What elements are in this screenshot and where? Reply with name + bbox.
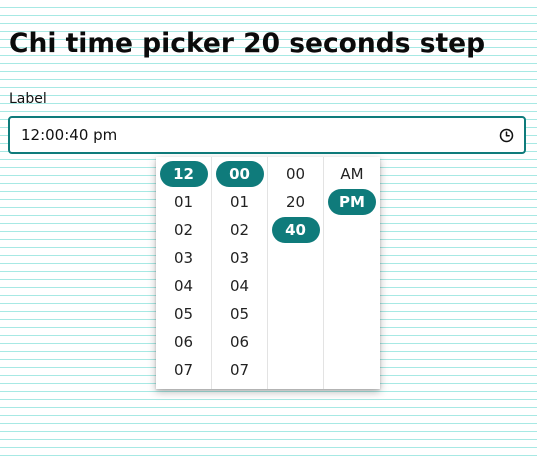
clock-icon[interactable] — [498, 127, 514, 143]
minute-option[interactable]: 04 — [216, 273, 264, 299]
minute-option[interactable]: 06 — [216, 329, 264, 355]
time-field-label: Label — [9, 91, 47, 107]
minute-option[interactable]: 01 — [216, 189, 264, 215]
period-option[interactable]: PM — [328, 189, 376, 215]
hour-option[interactable]: 01 — [160, 189, 208, 215]
second-option[interactable]: 40 — [271, 217, 320, 243]
hour-option[interactable]: 03 — [160, 245, 208, 271]
page-title: Chi time picker 20 seconds step — [9, 28, 486, 59]
minute-option[interactable]: 05 — [216, 301, 264, 327]
period-option[interactable]: AM — [328, 161, 376, 187]
second-option[interactable]: 20 — [272, 189, 320, 215]
hours-column[interactable]: 12 01 02 03 04 05 06 07 — [156, 157, 212, 389]
minute-option[interactable]: 00 — [215, 161, 264, 187]
hour-option[interactable]: 12 — [159, 161, 208, 187]
period-column[interactable]: AM PM — [324, 157, 380, 389]
seconds-column[interactable]: 00 20 40 — [268, 157, 324, 389]
minute-option[interactable]: 03 — [216, 245, 264, 271]
minutes-column[interactable]: 00 01 02 03 04 05 06 07 — [212, 157, 268, 389]
hour-option[interactable]: 06 — [160, 329, 208, 355]
hour-option[interactable]: 02 — [160, 217, 208, 243]
time-input-value[interactable]: 12:00:40 pm — [10, 126, 498, 144]
time-input[interactable]: 12:00:40 pm — [8, 116, 526, 154]
minute-option[interactable]: 02 — [216, 217, 264, 243]
second-option[interactable]: 00 — [272, 161, 320, 187]
hour-option[interactable]: 05 — [160, 301, 208, 327]
minute-option[interactable]: 07 — [216, 357, 264, 383]
hour-option[interactable]: 04 — [160, 273, 208, 299]
hour-option[interactable]: 07 — [160, 357, 208, 383]
time-picker-popover: 12 01 02 03 04 05 06 07 00 01 02 03 04 05 06 07 00 20 40… — [156, 157, 380, 389]
